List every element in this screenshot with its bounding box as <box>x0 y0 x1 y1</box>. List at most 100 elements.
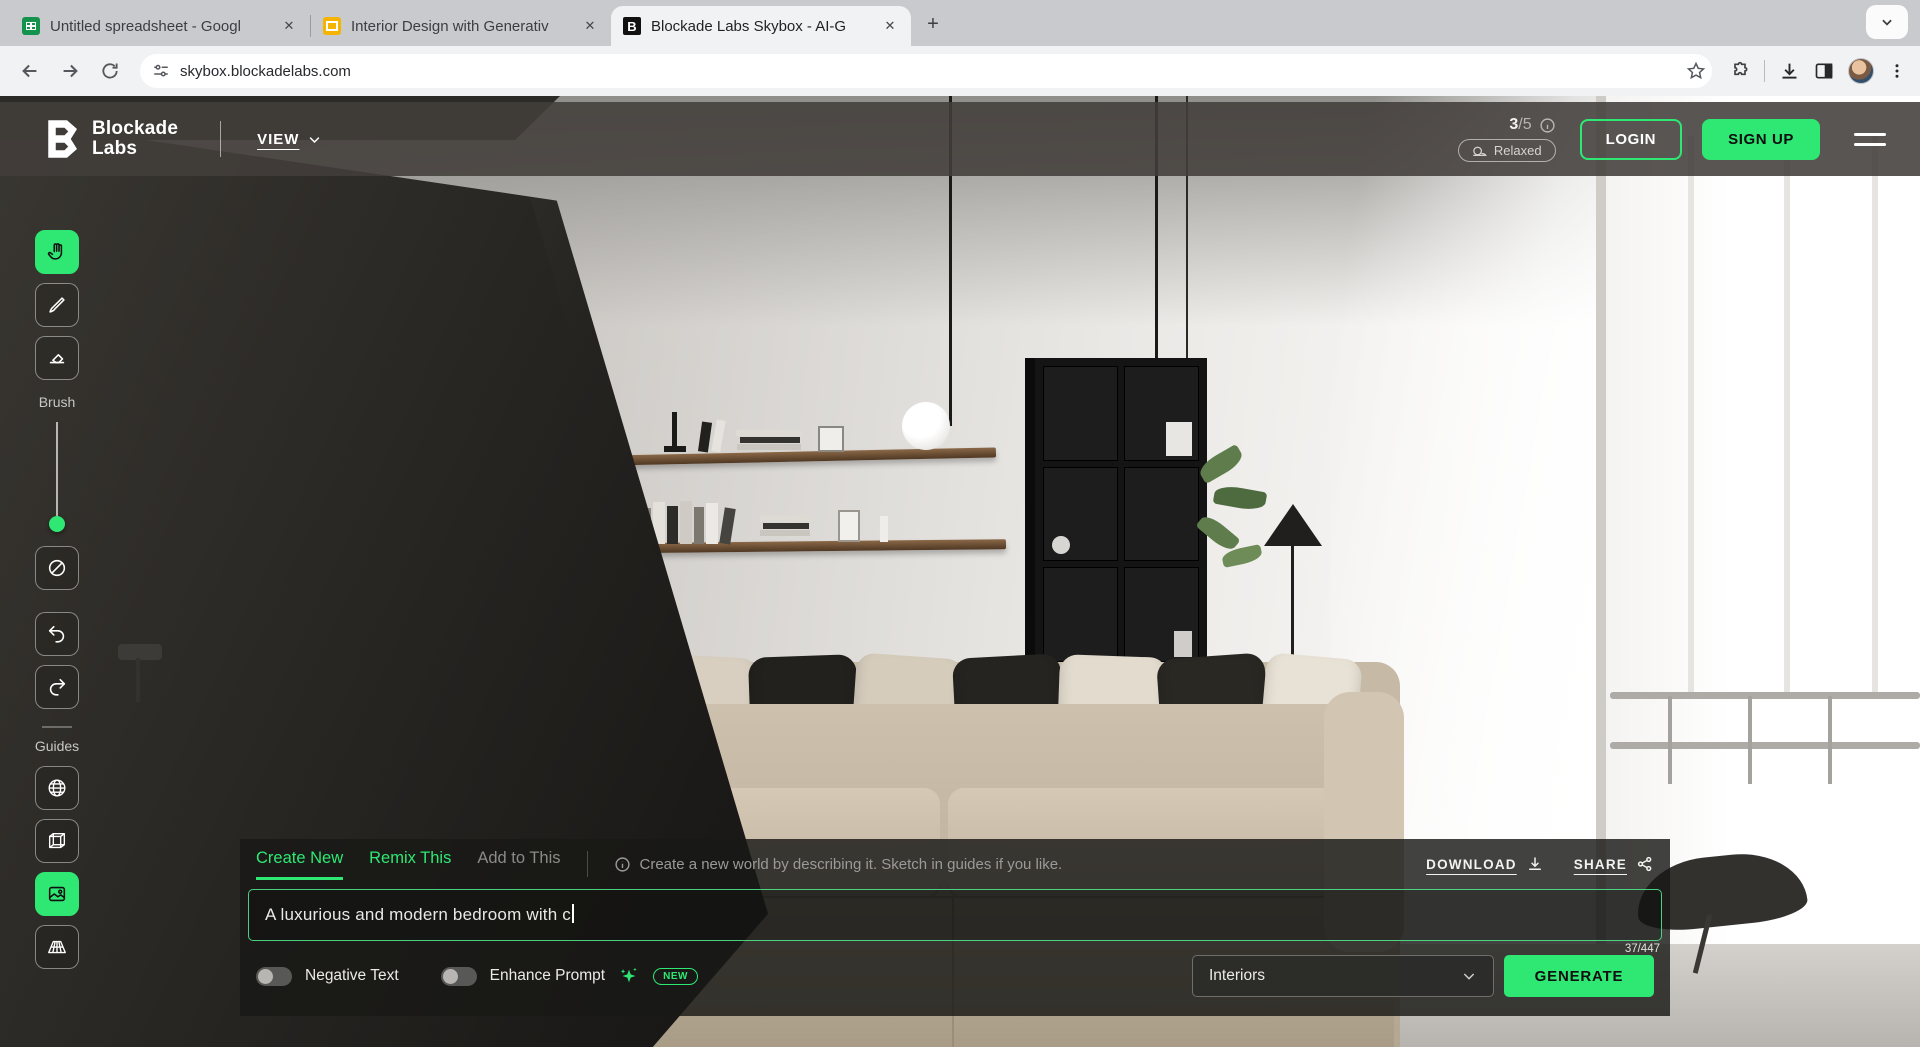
eraser-tool-button[interactable] <box>35 336 79 380</box>
omnibox[interactable]: skybox.blockadelabs.com <box>140 54 1712 88</box>
small-frame <box>838 510 860 542</box>
extensions-icon[interactable] <box>1730 61 1750 81</box>
image-icon <box>46 883 68 905</box>
clear-tool-button[interactable] <box>35 546 79 590</box>
negative-text-toggle[interactable] <box>256 967 292 986</box>
menu-icon[interactable] <box>1854 129 1886 149</box>
panel-divider <box>587 851 588 877</box>
enhance-prompt-toggle[interactable] <box>441 967 477 986</box>
blockade-b-icon <box>44 119 80 159</box>
slider-knob[interactable] <box>49 516 65 532</box>
generate-group: Interiors GENERATE <box>1192 955 1654 997</box>
download-icon <box>1526 855 1544 873</box>
railing-post <box>1748 696 1752 784</box>
google-slides-icon <box>323 17 341 35</box>
window-mullion <box>1872 136 1878 696</box>
guides-label: Guides <box>35 738 79 754</box>
hint-row: Create a new world by describing it. Ske… <box>614 856 1063 873</box>
browser-tab-slides[interactable]: Interior Design with Generativ ✕ <box>311 6 611 46</box>
quota-total: /5 <box>1518 116 1531 133</box>
book-spine <box>694 507 704 544</box>
leaning-book <box>698 421 712 452</box>
tab-title: Untitled spreadsheet - Googl <box>50 18 270 35</box>
header-right-group: 3/5 Relaxed LOGIN SIGN UP <box>1458 116 1886 162</box>
header-divider <box>220 121 221 157</box>
relaxed-badge[interactable]: Relaxed <box>1458 139 1556 162</box>
panel-controls-row: Negative Text Enhance Prompt NEW Interio… <box>246 941 1664 1003</box>
browser-tab-blockade-active[interactable]: B Blockade Labs Skybox - AI-G ✕ <box>611 6 911 46</box>
slider-track <box>56 422 58 528</box>
globe-icon <box>46 777 68 799</box>
toggle-knob <box>443 969 458 984</box>
tool-rail-divider <box>42 726 72 728</box>
toolbar-divider <box>1764 60 1765 82</box>
generate-button[interactable]: GENERATE <box>1504 955 1654 997</box>
panel-links: DOWNLOAD SHARE <box>1426 855 1654 873</box>
chevron-down-icon <box>1880 15 1894 29</box>
back-button[interactable] <box>14 55 46 87</box>
cube-icon <box>46 830 68 852</box>
tab-remix-this[interactable]: Remix This <box>369 849 451 880</box>
new-badge: NEW <box>653 968 698 985</box>
negative-text-label: Negative Text <box>305 967 399 985</box>
forward-button[interactable] <box>54 55 86 87</box>
tab-create-new[interactable]: Create New <box>256 849 343 880</box>
panel-tab-row: Create New Remix This Add to This Create… <box>246 839 1664 885</box>
share-icon <box>1636 855 1654 873</box>
tab-close-icon[interactable]: ✕ <box>280 17 298 35</box>
profile-avatar[interactable] <box>1848 58 1874 84</box>
window-mullion <box>1688 136 1694 696</box>
pan-tool-button[interactable] <box>35 230 79 274</box>
floor-grid-guide-button[interactable] <box>35 925 79 969</box>
new-tab-button[interactable]: + <box>919 10 947 38</box>
tab-overflow-button[interactable] <box>1866 5 1908 39</box>
quota-used: 3 <box>1509 116 1518 133</box>
brush-size-label: Brush <box>39 394 76 410</box>
leaning-book <box>711 419 725 452</box>
tab-close-icon[interactable]: ✕ <box>881 17 899 35</box>
signup-button[interactable]: SIGN UP <box>1702 119 1820 160</box>
undo-button[interactable] <box>35 612 79 656</box>
hand-icon <box>46 241 68 263</box>
book-spine <box>719 507 735 544</box>
book-spine <box>667 506 678 544</box>
candlestick-base <box>664 446 686 452</box>
tab-close-icon[interactable]: ✕ <box>581 17 599 35</box>
share-label: SHARE <box>1574 857 1627 872</box>
site-info-icon[interactable] <box>152 62 170 80</box>
url-text[interactable]: skybox.blockadelabs.com <box>180 63 1676 80</box>
book-spine <box>706 503 718 544</box>
reload-button[interactable] <box>94 55 126 87</box>
tool-rail: Brush Guides <box>34 230 80 978</box>
chevron-down-icon <box>1461 968 1477 984</box>
info-icon[interactable] <box>1539 117 1556 134</box>
browser-tab-sheets[interactable]: Untitled spreadsheet - Googl ✕ <box>10 6 310 46</box>
toggle-knob <box>258 969 273 984</box>
share-link[interactable]: SHARE <box>1574 855 1654 873</box>
side-panel-icon[interactable] <box>1814 61 1834 81</box>
login-button[interactable]: LOGIN <box>1580 119 1683 160</box>
browser-tab-strip: Untitled spreadsheet - Googl ✕ Interior … <box>0 0 1920 46</box>
brand-logo[interactable]: Blockade Labs <box>44 119 178 159</box>
image-guide-button[interactable] <box>35 872 79 916</box>
brush-tool-button[interactable] <box>35 283 79 327</box>
sphere-guide-button[interactable] <box>35 766 79 810</box>
hint-text: Create a new world by describing it. Ske… <box>640 856 1063 873</box>
style-select[interactable]: Interiors <box>1192 955 1494 997</box>
book-spine <box>680 501 692 544</box>
bookmark-star-icon[interactable] <box>1686 61 1706 81</box>
brand-line2: Labs <box>92 139 178 159</box>
downloads-icon[interactable] <box>1779 61 1800 82</box>
brush-size-slider[interactable] <box>49 422 65 528</box>
redo-button[interactable] <box>35 665 79 709</box>
prompt-value: A luxurious and modern bedroom with c <box>265 905 571 924</box>
download-link[interactable]: DOWNLOAD <box>1426 855 1544 873</box>
view-menu[interactable]: VIEW <box>257 131 322 148</box>
cube-guide-button[interactable] <box>35 819 79 863</box>
balcony-railing <box>1610 742 1920 749</box>
candlestick <box>672 412 677 450</box>
sphere-lamp <box>902 402 950 450</box>
browser-menu-icon[interactable] <box>1888 62 1906 80</box>
text-cursor <box>572 904 574 923</box>
prompt-input[interactable]: A luxurious and modern bedroom with c <box>248 889 1662 941</box>
